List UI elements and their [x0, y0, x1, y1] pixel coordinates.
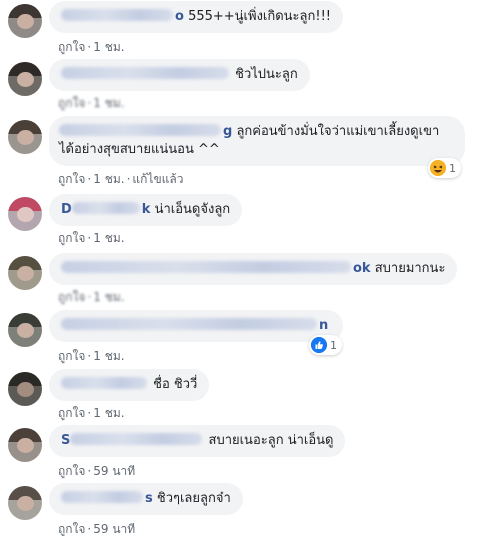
timestamp[interactable]: 1 ชม. — [93, 40, 124, 54]
commenter-name-prefix[interactable]: S — [61, 433, 70, 448]
avatar[interactable] — [8, 428, 42, 462]
commenter-name-blurred[interactable] — [61, 491, 143, 503]
avatar[interactable] — [8, 4, 42, 38]
avatar[interactable] — [8, 372, 42, 406]
like-link[interactable]: ถูกใจ — [58, 406, 85, 420]
reaction-badge[interactable]: 1 — [309, 335, 342, 355]
comment-bubble: g ลูกค่อนข้างมั่นใจว่าแม่เขาเลี้ยงดูเขา … — [49, 116, 465, 166]
comment-bubble: ชื่อ ชิววี่ — [49, 369, 210, 401]
like-link[interactable]: ถูกใจ — [58, 290, 85, 304]
commenter-name-blurred[interactable] — [61, 67, 229, 79]
edited-label[interactable]: แก้ไขแล้ว — [132, 172, 183, 186]
like-link[interactable]: ถูกใจ — [58, 172, 85, 186]
comment-meta: ถูกใจ · 1 ชม. — [58, 231, 125, 245]
comment-bubble: ok สบายมากนะ — [49, 253, 458, 285]
like-link[interactable]: ถูกใจ — [58, 349, 85, 363]
timestamp[interactable]: 59 นาที — [93, 464, 135, 478]
comment-text: สบายเนอะลูก น่าเอ็นดู — [204, 433, 334, 448]
like-link[interactable]: ถูกใจ — [58, 522, 85, 536]
comment-text-line-1: ลูกค่อนข้างมั่นใจว่าแม่เขาเลี้ยงดูเขา — [232, 124, 440, 139]
commenter-name-blurred[interactable] — [61, 377, 147, 389]
comment-text: ชิวๆเลยลูกจ๋า — [152, 491, 231, 506]
commenter-name-blurred[interactable] — [71, 202, 140, 214]
like-thumb-icon — [311, 337, 327, 353]
commenter-name-blurred[interactable] — [59, 124, 221, 136]
timestamp[interactable]: 1 ชม. — [93, 231, 124, 245]
comment-meta: ถูกใจ · 1 ชม. — [58, 349, 125, 363]
comment-text: ชื่อ ชิววี่ — [149, 377, 198, 392]
comment-text: น่าเอ็นดูจังลูก — [150, 202, 231, 217]
comment-bubble: o 555++นู่เพิ่งเกิดนะลูก!!! — [49, 1, 344, 33]
comment-meta: ถูกใจ · 1 ชม. — [58, 40, 125, 54]
timestamp[interactable]: 1 ชม. — [93, 406, 124, 420]
reaction-count: 1 — [449, 161, 456, 175]
comment-bubble: s ชิวๆเลยลูกจ๋า — [49, 483, 243, 515]
commenter-name-blurred[interactable] — [61, 9, 173, 21]
timestamp[interactable]: 1 ชม. — [93, 172, 124, 186]
timestamp[interactable]: 59 นาที — [93, 522, 135, 536]
comment-bubble: S สบายเนอะลูก น่าเอ็นดู — [49, 425, 346, 457]
like-link[interactable]: ถูกใจ — [58, 464, 85, 478]
comment-text: 555++นู่เพิ่งเกิดนะลูก!!! — [183, 9, 332, 24]
avatar[interactable] — [8, 486, 42, 520]
commenter-name-blurred[interactable] — [70, 433, 203, 445]
comment-meta: ถูกใจ · 1 ชม. — [58, 290, 125, 304]
comment-meta: ถูกใจ · 1 ชม. — [58, 96, 125, 110]
commenter-name-suffix[interactable]: s — [145, 491, 153, 506]
commenter-name-suffix[interactable]: n — [319, 318, 328, 333]
timestamp[interactable]: 1 ชม. — [93, 290, 124, 304]
like-link[interactable]: ถูกใจ — [58, 96, 85, 110]
commenter-name-blurred[interactable] — [61, 261, 351, 273]
haha-emoji-icon — [430, 160, 446, 176]
avatar[interactable] — [8, 120, 42, 154]
timestamp[interactable]: 1 ชม. — [93, 349, 124, 363]
comment-bubble: Dk น่าเอ็นดูจังลูก — [49, 194, 243, 226]
like-link[interactable]: ถูกใจ — [58, 231, 85, 245]
comment-meta: ถูกใจ · 59 นาที — [58, 464, 136, 478]
avatar[interactable] — [8, 313, 42, 347]
comment-text: สบายมากนะ — [370, 261, 446, 276]
comment-bubble: ชิวไปนะลูก — [49, 59, 310, 91]
reaction-count: 1 — [330, 338, 337, 352]
avatar[interactable] — [8, 256, 42, 290]
avatar[interactable] — [8, 197, 42, 231]
like-link[interactable]: ถูกใจ — [58, 40, 85, 54]
comment-text: ชิวไปนะลูก — [231, 67, 298, 82]
timestamp[interactable]: 1 ชม. — [93, 96, 124, 110]
reaction-badge[interactable]: 1 — [428, 158, 461, 178]
commenter-name-suffix[interactable]: g — [223, 124, 232, 139]
commenter-name-suffix[interactable]: ok — [353, 261, 371, 276]
comment-meta: ถูกใจ · 1 ชม. · แก้ไขแล้ว — [58, 172, 184, 186]
comment-meta: ถูกใจ · 1 ชม. — [58, 406, 125, 420]
comment-bubble: n — [49, 310, 343, 342]
commenter-name-prefix[interactable]: D — [61, 202, 72, 217]
comment-meta: ถูกใจ · 59 นาที — [58, 522, 136, 536]
commenter-name-blurred[interactable] — [61, 318, 317, 330]
comment-text-line-2: ได้อย่างสุขสบายแน่นอน ^^ — [59, 142, 220, 157]
commenter-name-suffix[interactable]: o — [175, 9, 184, 24]
avatar[interactable] — [8, 62, 42, 96]
